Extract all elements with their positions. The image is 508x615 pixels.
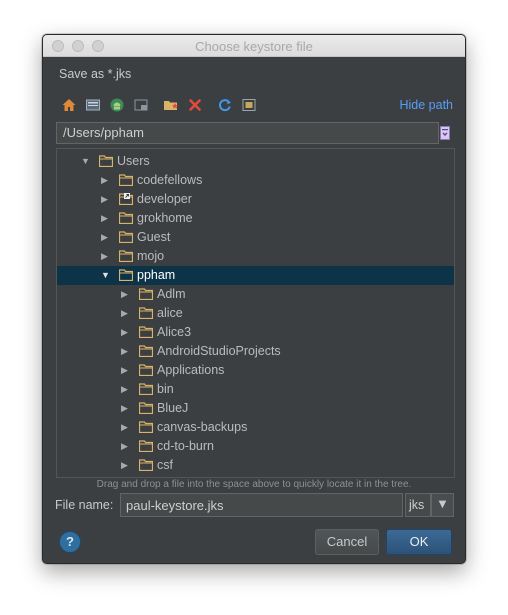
android-project-icon[interactable] <box>109 97 125 113</box>
folder-icon <box>138 459 154 472</box>
tree-item[interactable]: ▶ mojo <box>57 247 454 266</box>
tree-item-label: mojo <box>137 249 165 263</box>
tree-item-label: AndroidStudioProjects <box>157 344 281 358</box>
tree-item-label: Applications <box>157 363 225 377</box>
collapse-arrow-icon[interactable]: ▶ <box>121 365 130 375</box>
tree-item-label: bin <box>157 382 174 396</box>
tree-item-label: Users <box>117 154 150 168</box>
path-history-icon[interactable] <box>439 125 451 141</box>
collapse-arrow-icon[interactable]: ▶ <box>121 327 130 337</box>
home-icon[interactable] <box>61 97 77 113</box>
folder-icon <box>138 364 154 377</box>
collapse-arrow-icon[interactable]: ▶ <box>121 422 130 432</box>
collapse-arrow-icon[interactable]: ▶ <box>121 460 130 470</box>
path-input[interactable]: /Users/ppham <box>56 122 439 144</box>
tree-item-label: grokhome <box>137 211 193 225</box>
tree-item[interactable]: ▶ bin <box>57 380 454 399</box>
tree-item-label: cd-to-burn <box>157 439 214 453</box>
extension-dropdown-button[interactable]: ▼ <box>431 493 454 517</box>
extension-field[interactable]: jks <box>405 493 431 517</box>
collapse-arrow-icon[interactable]: ▶ <box>121 441 130 451</box>
tree-item[interactable]: ▶ codefellows <box>57 171 454 190</box>
dialog-subtitle: Save as *.jks <box>59 67 132 81</box>
folder-icon <box>118 231 134 244</box>
collapse-arrow-icon[interactable]: ▶ <box>101 175 110 185</box>
file-chooser-toolbar <box>57 95 287 115</box>
tree-item-label: canvas-backups <box>157 420 248 434</box>
collapse-arrow-icon[interactable]: ▶ <box>121 308 130 318</box>
tree-item-label: Guest <box>137 230 171 244</box>
tree-item[interactable]: ▶ canvas-backups <box>57 418 454 437</box>
show-hidden-icon[interactable] <box>241 97 257 113</box>
folder-icon <box>138 345 154 358</box>
cancel-button[interactable]: Cancel <box>315 529 379 555</box>
tree-item-label: BlueJ <box>157 401 189 415</box>
choose-keystore-dialog: Choose keystore file Save as *.jks Hide … <box>42 34 466 564</box>
collapse-arrow-icon[interactable]: ▶ <box>121 384 130 394</box>
tree-item-label: ppham <box>137 268 176 282</box>
folder-icon <box>118 269 134 282</box>
symlink-folder-icon <box>118 193 134 206</box>
chevron-down-icon: ▼ <box>438 499 447 510</box>
tree-item[interactable]: ▶ Alice3 <box>57 323 454 342</box>
folder-icon <box>138 421 154 434</box>
tree-item[interactable]: ▶ csf <box>57 456 454 475</box>
collapse-arrow-icon[interactable]: ▶ <box>101 232 110 242</box>
folder-icon <box>138 307 154 320</box>
expand-arrow-icon[interactable]: ▼ <box>101 270 110 280</box>
drag-drop-hint: Drag and drop a file into the space abov… <box>96 479 412 490</box>
tree-item[interactable]: ▶ cd-to-burn <box>57 437 454 456</box>
file-name-input[interactable]: paul-keystore.jks <box>120 493 403 517</box>
folder-icon <box>138 402 154 415</box>
tree-item[interactable]: ▶ AndroidStudioProjects <box>57 342 454 361</box>
tree-item-selected[interactable]: ▼ ppham <box>57 266 454 285</box>
tree-item-label: Adlm <box>157 287 186 301</box>
file-name-label: File name: <box>55 498 114 512</box>
tree-item[interactable]: ▶ Guest <box>57 228 454 247</box>
tree-item[interactable]: ▶ Applications <box>57 361 454 380</box>
folder-icon <box>118 250 134 263</box>
file-tree[interactable]: ▼ Users ▶ codefellows ▶ developer ▶ grok… <box>56 148 455 478</box>
tree-item-label: csf <box>157 458 173 472</box>
hide-path-link[interactable]: Hide path <box>399 98 453 112</box>
folder-icon <box>118 212 134 225</box>
folder-icon <box>98 155 114 168</box>
collapse-arrow-icon[interactable]: ▶ <box>121 403 130 413</box>
collapse-arrow-icon[interactable]: ▶ <box>121 346 130 356</box>
tree-item[interactable]: ▶ Adlm <box>57 285 454 304</box>
expand-arrow-icon[interactable]: ▼ <box>81 156 90 166</box>
refresh-icon[interactable] <box>217 97 233 113</box>
collapse-arrow-icon[interactable]: ▶ <box>101 251 110 261</box>
desktop-icon[interactable] <box>85 97 101 113</box>
collapse-arrow-icon[interactable]: ▶ <box>121 289 130 299</box>
title-bar: Choose keystore file <box>43 35 465 57</box>
window-title: Choose keystore file <box>195 39 313 54</box>
tree-item[interactable]: ▶ grokhome <box>57 209 454 228</box>
folder-icon <box>138 383 154 396</box>
tree-item[interactable]: ▶ BlueJ <box>57 399 454 418</box>
help-button[interactable]: ? <box>59 531 81 553</box>
collapse-arrow-icon[interactable]: ▶ <box>101 213 110 223</box>
delete-icon[interactable] <box>187 97 203 113</box>
folder-icon <box>118 174 134 187</box>
ok-button[interactable]: OK <box>386 529 452 555</box>
tree-item-label: codefellows <box>137 173 203 187</box>
folder-icon <box>138 440 154 453</box>
folder-icon <box>138 326 154 339</box>
tree-item-users[interactable]: ▼ Users <box>57 152 454 171</box>
tree-item-label: developer <box>137 192 192 206</box>
collapse-arrow-icon[interactable]: ▶ <box>101 194 110 204</box>
module-icon[interactable] <box>133 97 149 113</box>
tree-item-label: Alice3 <box>157 325 192 339</box>
new-folder-icon[interactable] <box>163 97 179 113</box>
tree-item[interactable]: ▶ developer <box>57 190 454 209</box>
folder-icon <box>138 288 154 301</box>
tree-item-label: alice <box>157 306 183 320</box>
tree-item[interactable]: ▶ alice <box>57 304 454 323</box>
